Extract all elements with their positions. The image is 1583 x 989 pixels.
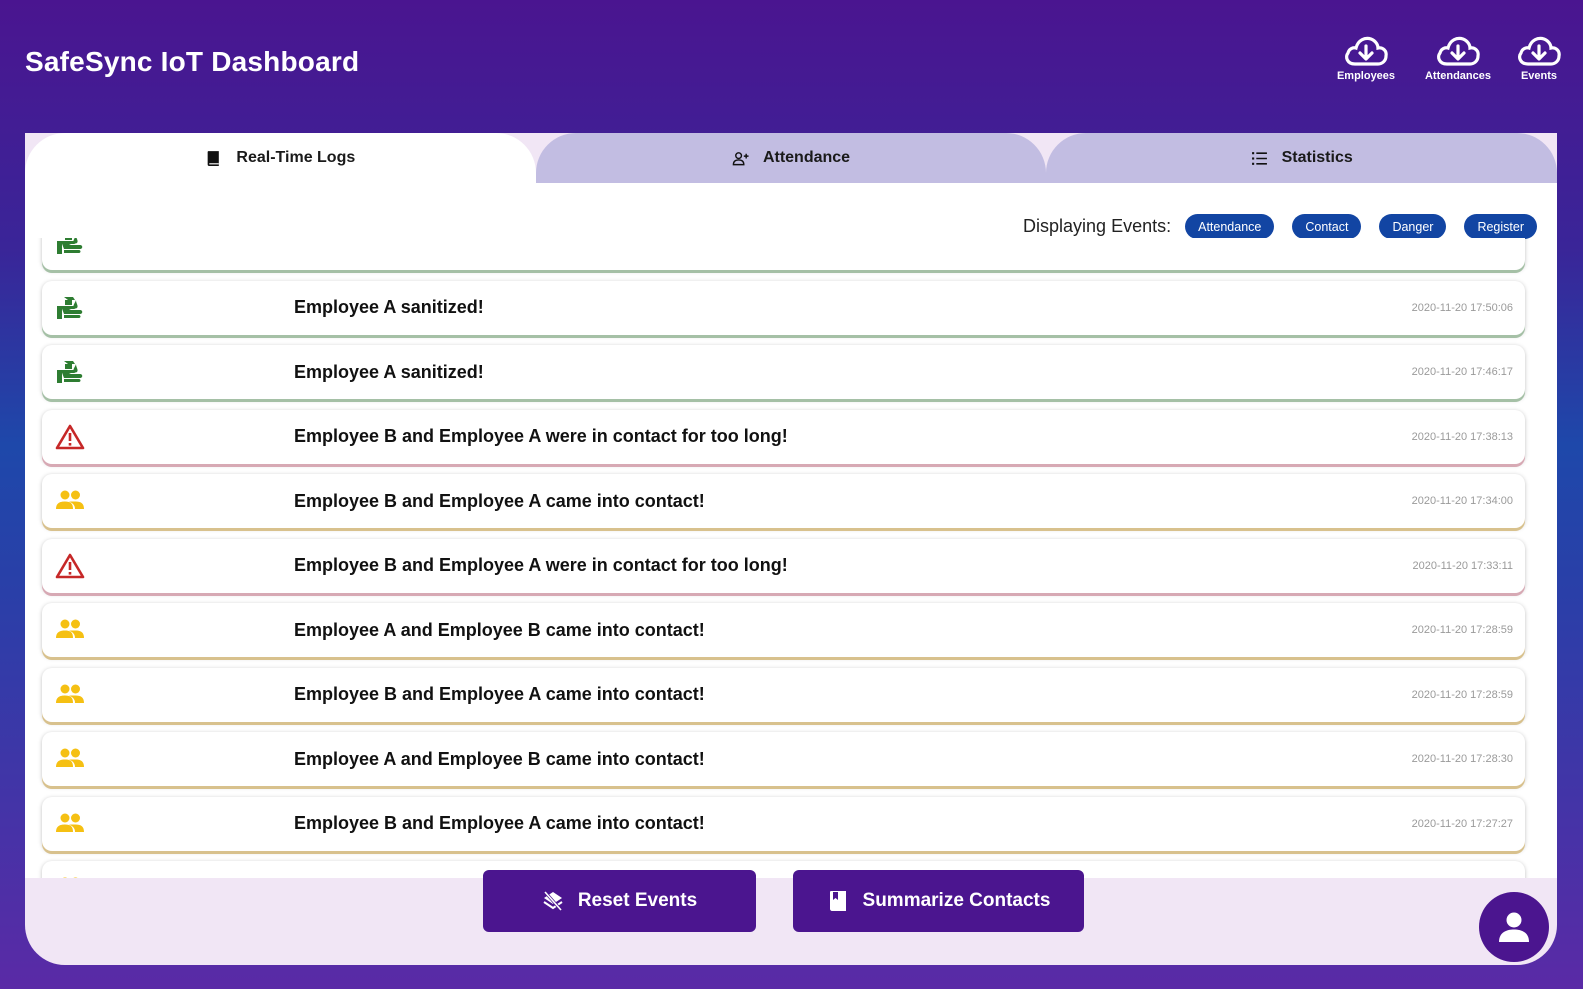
logs-content: Displaying Events: Attendance Contact Da… <box>25 183 1557 878</box>
people-icon <box>55 745 85 773</box>
log-item-contact[interactable]: Employee A and Employee B came into cont… <box>42 732 1525 786</box>
tab-statistics[interactable]: Statistics <box>1046 133 1557 183</box>
person-add-icon <box>732 151 749 165</box>
list-icon <box>1251 151 1267 165</box>
people-icon <box>55 616 85 644</box>
tab-real-time-logs[interactable]: Real-Time Logs <box>25 133 536 183</box>
reset-events-button[interactable]: Reset Events <box>483 870 756 932</box>
people-icon <box>55 810 85 838</box>
cloud-download-icon <box>1437 36 1480 66</box>
log-timestamp: 2020-11-20 17:33:11 <box>1412 559 1513 572</box>
event-filter: Displaying Events: Attendance Contact Da… <box>1023 214 1537 239</box>
log-timestamp: 2020-11-20 17:28:59 <box>1411 688 1513 701</box>
log-item-danger[interactable]: Employee B and Employee A were in contac… <box>42 538 1525 593</box>
log-message: Employee A sanitized! <box>294 297 484 317</box>
log-timestamp: 2020-11-20 17:46:17 <box>1411 366 1513 378</box>
download-employees-button[interactable]: Employees <box>1331 32 1401 82</box>
log-message: Employee B and Employee A came into cont… <box>294 813 705 833</box>
log-timestamp: 2020-11-20 17:50:06 <box>1411 301 1513 314</box>
event-log-list[interactable]: Employee A sanitized! 2020-11-20 17:50:06… <box>25 238 1557 878</box>
log-item-contact[interactable]: Employee A and Employee B came into cont… <box>42 603 1525 657</box>
summarize-contacts-button[interactable]: Summarize Contacts <box>793 870 1084 932</box>
log-message: Employee B and Employee A were in contac… <box>294 555 788 575</box>
cloud-download-icon <box>1345 36 1388 66</box>
hand-sanitize-icon <box>55 238 85 257</box>
download-toolbar: Employees Attendances Events <box>1331 32 1563 82</box>
filter-chip-attendance[interactable]: Attendance <box>1185 214 1275 239</box>
log-timestamp: 2020-11-20 17:38:13 <box>1411 430 1513 443</box>
filter-chip-register[interactable]: Register <box>1464 214 1537 239</box>
main-panel: Real-Time Logs Attendance Statistics Dis… <box>25 133 1557 965</box>
log-item-contact[interactable] <box>42 861 1525 878</box>
log-message: Employee B and Employee A were in contac… <box>294 426 788 446</box>
book-icon <box>829 891 846 911</box>
log-item-contact[interactable]: Employee B and Employee A came into cont… <box>42 796 1525 851</box>
log-message: Employee B and Employee A came into cont… <box>294 684 705 704</box>
people-icon <box>55 874 85 878</box>
log-timestamp: 2020-11-20 17:27:27 <box>1411 817 1513 830</box>
app-title: SafeSync IoT Dashboard <box>25 46 360 77</box>
hand-sanitize-icon <box>55 294 85 322</box>
warning-icon <box>55 423 85 451</box>
warning-icon <box>55 552 85 580</box>
user-profile-button[interactable] <box>1479 892 1549 962</box>
download-attendances-button[interactable]: Attendances <box>1423 32 1493 82</box>
layers-clear-icon <box>543 891 563 911</box>
filter-chip-danger[interactable]: Danger <box>1379 214 1447 239</box>
log-message: Employee A and Employee B came into cont… <box>294 748 705 769</box>
cloud-download-icon <box>1518 36 1561 66</box>
log-item-contact[interactable]: Employee B and Employee A came into cont… <box>42 667 1525 722</box>
log-timestamp: 2020-11-20 17:28:59 <box>1411 624 1513 636</box>
hand-sanitize-icon <box>55 358 85 386</box>
log-message: Employee B and Employee A came into cont… <box>294 490 705 511</box>
people-icon <box>55 487 85 515</box>
log-timestamp: 2020-11-20 17:28:30 <box>1411 753 1513 765</box>
person-icon <box>1499 912 1529 942</box>
log-item-sanitize[interactable]: Employee A sanitized! 2020-11-20 17:46:17 <box>42 345 1525 399</box>
download-events-button[interactable]: Events <box>1515 32 1563 82</box>
people-icon <box>55 681 85 709</box>
log-item-danger[interactable]: Employee B and Employee A were in contac… <box>42 409 1525 464</box>
tab-attendance[interactable]: Attendance <box>535 133 1047 183</box>
log-timestamp: 2020-11-20 17:34:00 <box>1411 495 1513 507</box>
tab-bar: Real-Time Logs Attendance Statistics <box>25 133 1557 183</box>
log-message: Employee A and Employee B came into cont… <box>294 619 705 640</box>
log-item-sanitize[interactable] <box>42 238 1525 270</box>
log-item-sanitize[interactable]: Employee A sanitized! 2020-11-20 17:50:06 <box>42 280 1525 335</box>
filter-label: Displaying Events: <box>1023 216 1172 236</box>
filter-chip-contact[interactable]: Contact <box>1292 214 1362 239</box>
book-icon <box>208 150 220 166</box>
log-message: Employee A sanitized! <box>294 361 484 382</box>
log-item-contact[interactable]: Employee B and Employee A came into cont… <box>42 474 1525 528</box>
